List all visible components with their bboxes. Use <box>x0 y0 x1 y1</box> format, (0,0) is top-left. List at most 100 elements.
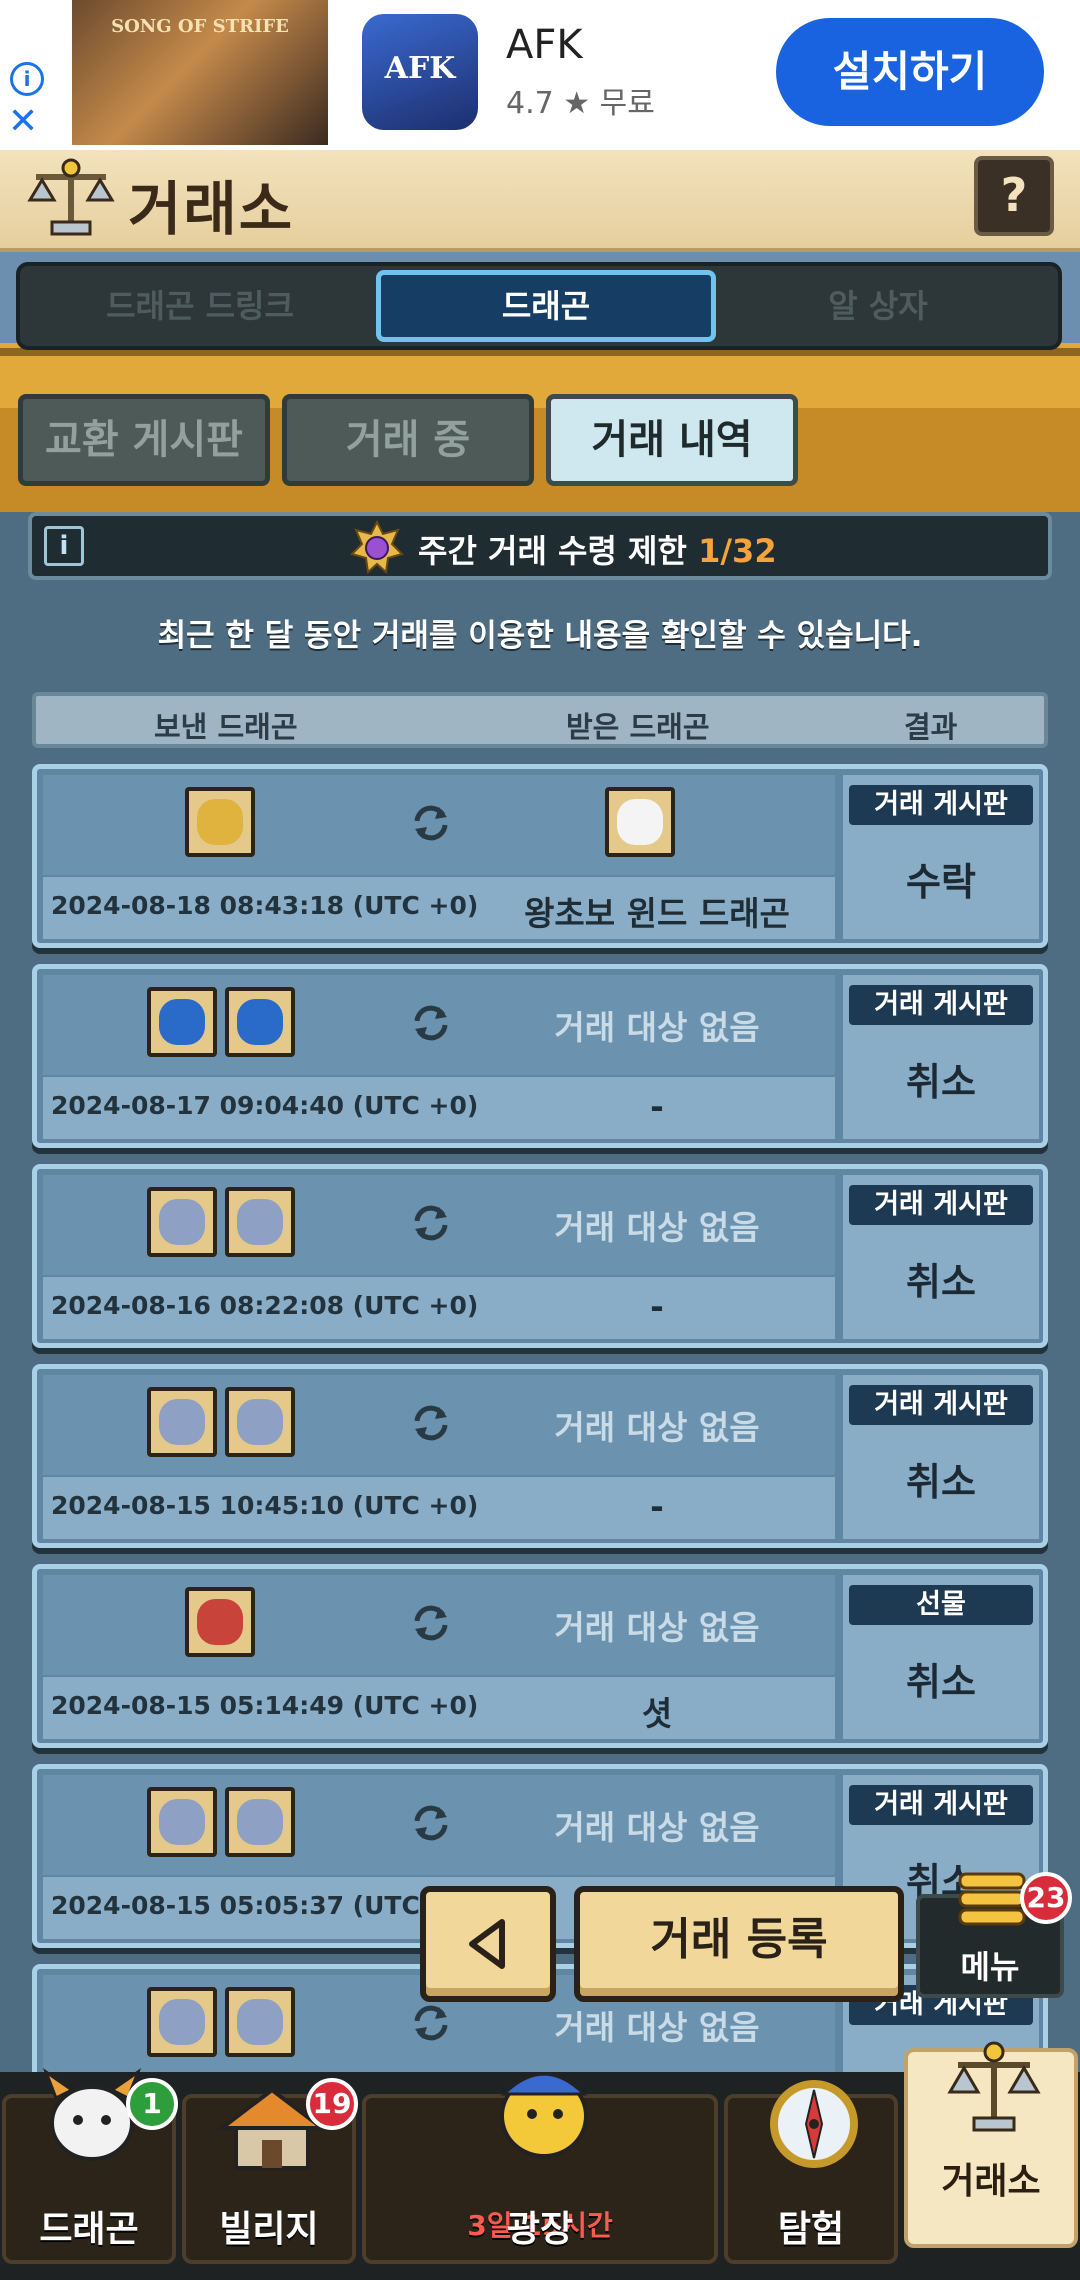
dragon-icon <box>147 987 217 1057</box>
install-button[interactable]: 설치하기 <box>776 18 1044 126</box>
help-button[interactable]: ? <box>974 156 1054 236</box>
no-partner: 거래 대상 없음 <box>554 1808 760 1847</box>
ad-image-text: SONG OF STRIFE <box>111 16 289 37</box>
col-result: 결과 <box>904 710 958 744</box>
scale-nav-icon <box>947 2041 1041 2132</box>
dragon-egg-icon <box>147 1387 217 1457</box>
tab-exchange-board[interactable]: 교환 게시판 <box>18 394 270 486</box>
menu-label: 메뉴 <box>960 1948 1020 1986</box>
menu-stack-icon <box>958 1872 1026 1926</box>
village-badge: 19 <box>306 2078 358 2130</box>
ad-banner[interactable]: i ✕ SONG OF STRIFE AFK AFK 4.7 ★ 무료 설치하기 <box>0 0 1080 150</box>
trade-date: 2024-08-17 09:04:40 (UTC +0) <box>51 1091 479 1120</box>
trade-date: 2024-08-15 05:05:37 (UTC +0) <box>51 1891 479 1920</box>
medal-icon <box>350 520 404 574</box>
table-row[interactable]: 거래 대상 없음 2024-08-16 08:22:08 (UTC +0) - … <box>32 1164 1048 1348</box>
back-button[interactable] <box>420 1886 556 2002</box>
dragon-category-selector: 드래곤 드링크 드래곤 알 상자 <box>16 262 1062 350</box>
trade-type: 거래 게시판 <box>849 1385 1033 1425</box>
trade-type: 거래 게시판 <box>849 1785 1033 1825</box>
chick-icon <box>500 2072 588 2158</box>
dragon-egg-icon <box>147 1787 217 1857</box>
ad-app-name: AFK <box>506 22 583 68</box>
dragon-egg-icon <box>225 1987 295 2057</box>
dragon-egg-icon <box>225 1387 295 1457</box>
dragon-egg-icon <box>225 1787 295 1857</box>
trade-date: 2024-08-18 08:43:18 (UTC +0) <box>51 891 479 920</box>
page-header: 거래소 ? <box>0 150 1080 252</box>
table-row[interactable]: 거래 대상 없음 2024-08-17 09:04:40 (UTC +0) - … <box>32 964 1048 1148</box>
ad-info-icon[interactable]: i <box>10 62 44 96</box>
table-row[interactable]: 거래 대상 없음 2024-08-15 05:14:49 (UTC +0) 셧 … <box>32 1564 1048 1748</box>
trade-result: 취소 <box>906 1060 976 1104</box>
nav-village[interactable]: 19 빌리지 <box>182 2078 358 2264</box>
nav-explore[interactable]: 탐험 <box>724 2080 898 2264</box>
segment-egg-box[interactable]: 알 상자 <box>708 270 1048 342</box>
received-dragon: - <box>650 1087 664 1126</box>
dragon-icon <box>225 987 295 1057</box>
info-icon[interactable]: i <box>44 526 84 566</box>
swap-icon <box>414 2005 448 2041</box>
trade-result: 취소 <box>906 1260 976 1304</box>
trade-type: 선물 <box>849 1585 1033 1625</box>
trade-result: 수락 <box>906 860 976 904</box>
swap-icon <box>414 1605 448 1641</box>
trade-result: 취소 <box>906 1460 976 1504</box>
dragon-icon <box>185 787 255 857</box>
menu-button[interactable]: 메뉴 23 <box>916 1872 1072 1998</box>
menu-badge: 23 <box>1020 1872 1072 1924</box>
ad-app-rating: 4.7 ★ 무료 <box>506 86 655 121</box>
tab-trading[interactable]: 거래 중 <box>282 394 534 486</box>
weekly-limit-label: 주간 거래 수령 제한 <box>418 532 699 570</box>
col-received: 받은 드래곤 <box>566 710 710 744</box>
table-row[interactable]: 거래 대상 없음 2024-08-15 10:45:10 (UTC +0) - … <box>32 1364 1048 1548</box>
no-partner: 거래 대상 없음 <box>554 1208 760 1247</box>
trade-type: 거래 게시판 <box>849 985 1033 1025</box>
trade-result: 취소 <box>906 1660 976 1704</box>
received-dragon: - <box>650 1487 664 1526</box>
nav-plaza-label: 광장 <box>506 2209 574 2250</box>
dragon-icon <box>185 1587 255 1657</box>
ad-close-icon[interactable]: ✕ <box>8 104 38 140</box>
nav-dragon[interactable]: 1 드래곤 <box>2 2068 178 2264</box>
segment-dragon[interactable]: 드래곤 <box>376 270 716 342</box>
nav-exchange[interactable]: 거래소 <box>904 2041 1078 2248</box>
received-dragon: 셧 <box>641 1694 673 1733</box>
received-dragon: - <box>650 1287 664 1326</box>
register-trade-button[interactable]: 거래 등록 <box>574 1886 904 2002</box>
chevron-left-icon <box>469 1919 505 1969</box>
compass-icon <box>770 2080 858 2168</box>
table-header: 보낸 드래곤 받은 드래곤 결과 <box>32 692 1048 748</box>
app-icon[interactable]: AFK <box>362 14 478 130</box>
no-partner: 거래 대상 없음 <box>554 1408 760 1447</box>
dragon-icon <box>605 787 675 857</box>
swap-icon <box>414 1005 448 1041</box>
trade-date: 2024-08-16 08:22:08 (UTC +0) <box>51 1291 479 1320</box>
dragon-egg-icon <box>147 1187 217 1257</box>
received-dragon: 왕초보 윈드 드래곤 <box>524 894 790 933</box>
nav-explore-label: 탐험 <box>777 2209 845 2250</box>
weekly-limit-count: 1/32 <box>698 532 777 570</box>
trade-date: 2024-08-15 10:45:10 (UTC +0) <box>51 1491 479 1520</box>
nav-dragon-label: 드래곤 <box>39 2209 139 2250</box>
nav-exchange-label: 거래소 <box>941 2161 1041 2202</box>
trade-type: 거래 게시판 <box>849 1185 1033 1225</box>
dragon-badge: 1 <box>126 2078 178 2130</box>
tab-trade-history[interactable]: 거래 내역 <box>546 394 798 486</box>
trade-date: 2024-08-15 05:14:49 (UTC +0) <box>51 1691 479 1720</box>
col-sent: 보낸 드래곤 <box>154 710 298 744</box>
table-row[interactable]: 2024-08-18 08:43:18 (UTC +0) 왕초보 윈드 드래곤 … <box>32 764 1048 948</box>
dragon-egg-icon <box>225 1187 295 1257</box>
no-partner: 거래 대상 없음 <box>554 2008 760 2047</box>
segment-dragon-drink[interactable]: 드래곤 드링크 <box>30 270 370 342</box>
nav-plaza[interactable]: 3일 15시간 광장 <box>362 2072 718 2264</box>
nav-village-label: 빌리지 <box>219 2209 319 2250</box>
page-title: 거래소 <box>128 175 295 243</box>
ad-image[interactable]: SONG OF STRIFE <box>72 0 328 145</box>
dragon-egg-icon <box>147 1987 217 2057</box>
no-partner: 거래 대상 없음 <box>554 1608 760 1647</box>
trade-type: 거래 게시판 <box>849 785 1033 825</box>
swap-icon <box>414 1205 448 1241</box>
weekly-limit-bar: i 주간 거래 수령 제한 1/32 <box>28 512 1052 580</box>
no-partner: 거래 대상 없음 <box>554 1008 760 1047</box>
